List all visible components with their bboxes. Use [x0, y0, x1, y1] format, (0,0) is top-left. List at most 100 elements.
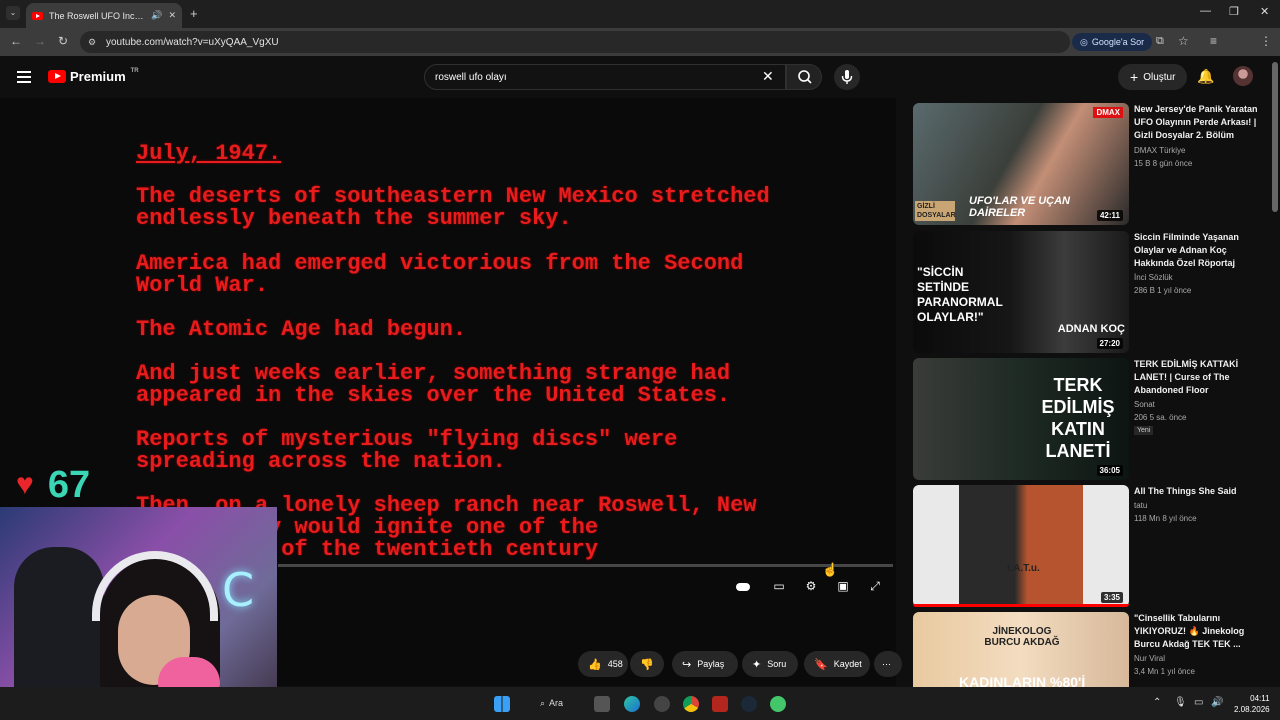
logo-region: TR — [130, 67, 139, 74]
clear-search-icon[interactable]: ✕ — [762, 68, 774, 85]
site-info-icon[interactable]: ⚙ — [88, 37, 96, 48]
forward-icon[interactable]: → — [34, 34, 46, 48]
channel-name[interactable]: Nur Viral — [1134, 654, 1165, 663]
microphone-icon[interactable]: 🎙 — [1174, 697, 1187, 708]
settings-gear-icon[interactable]: ⚙ — [803, 578, 819, 594]
video-thumbnail[interactable]: DMAX GİZLİ DOSYALAR UFO'LAR VE UÇAN DAİR… — [913, 103, 1129, 225]
save-button[interactable]: 🔖 Kaydet — [804, 651, 870, 677]
channel-name[interactable]: İnci Sözlük — [1134, 273, 1173, 282]
video-title[interactable]: All The Things She Said — [1134, 485, 1262, 498]
reload-icon[interactable]: ↻ — [58, 34, 68, 48]
video-title[interactable]: TERK EDİLMİŞ KATTAKİ LANET! | Curse of T… — [1134, 358, 1262, 397]
tab-menu-icon[interactable]: ⌄ — [6, 6, 20, 20]
video-thumbnail[interactable]: JİNEKOLOG BURCU AKDAĞ KADINLARIN %80'İ — [913, 612, 1129, 687]
new-tab-icon[interactable]: + — [190, 6, 198, 21]
url-field[interactable]: ⚙ youtube.com/watch?v=uXyQAA_VgXU — [80, 31, 1070, 53]
install-icon[interactable]: ⧉ — [1156, 35, 1164, 48]
new-badge: Yeni — [1134, 426, 1154, 435]
like-button[interactable]: 👍 458 — [578, 651, 628, 677]
widgets-icon[interactable] — [594, 696, 610, 712]
bookmark-star-icon[interactable]: ☆ — [1178, 34, 1189, 48]
browser-menu-icon[interactable]: ⋮ — [1260, 34, 1272, 48]
chrome-icon[interactable] — [683, 696, 699, 712]
video-duration: 42:11 — [1096, 210, 1123, 221]
tray-chevron-icon[interactable]: ⌃ — [1153, 697, 1161, 708]
video-caption-line: Reports of mysterious "flying discs" wer… — [136, 427, 678, 474]
video-caption-line: America had emerged victorious from the … — [136, 251, 744, 298]
save-label: Kaydet — [833, 659, 862, 669]
dislike-button[interactable]: 👎 — [630, 651, 664, 677]
album-art — [959, 485, 1083, 607]
network-icon[interactable]: ▭ — [1194, 697, 1203, 708]
recommendation-item[interactable]: "SİCCİN SETİNDE PARANORMAL OLAYLAR!" ADN… — [913, 231, 1263, 353]
thumb-text: t.A.T.u. — [1007, 563, 1040, 574]
page-scrollbar[interactable] — [1272, 62, 1278, 212]
video-thumbnail[interactable]: "SİCCİN SETİNDE PARANORMAL OLAYLAR!" ADN… — [913, 231, 1129, 353]
search-input[interactable]: roswell ufo olayı — [424, 64, 786, 90]
search-button[interactable] — [786, 64, 822, 90]
channel-name[interactable]: tatu — [1134, 501, 1147, 510]
back-icon[interactable]: ← — [10, 34, 22, 48]
windows-start-icon[interactable] — [494, 696, 510, 712]
recommendation-item[interactable]: t.A.T.u. 3:35 All The Things She Said ta… — [913, 485, 1263, 607]
recommendation-item[interactable]: DMAX GİZLİ DOSYALAR UFO'LAR VE UÇAN DAİR… — [913, 103, 1263, 225]
channel-name[interactable]: Sonat — [1134, 400, 1155, 409]
app-icon[interactable] — [770, 696, 786, 712]
taskbar-clock[interactable]: 04:11 2.08.2026 — [1234, 693, 1270, 715]
video-meta: 118 Mn 8 yıl önce — [1134, 514, 1197, 523]
recommendation-item[interactable]: TERK EDİLMİŞ KATIN LANETİ 36:05 TERK EDİ… — [913, 358, 1263, 480]
video-title[interactable]: "Cinsellik Tabularını YIKIYORUZ! 🔥 Jinek… — [1134, 612, 1262, 651]
more-actions-button[interactable]: ⋯ — [874, 651, 902, 677]
video-thumbnail[interactable]: TERK EDİLMİŞ KATIN LANETİ 36:05 — [913, 358, 1129, 480]
media-control-icon[interactable]: ≡ — [1210, 34, 1217, 48]
share-button[interactable]: ↪ Paylaş — [672, 651, 738, 677]
account-avatar[interactable] — [1233, 66, 1253, 86]
app-icon[interactable] — [712, 696, 728, 712]
restore-icon[interactable]: ❐ — [1229, 5, 1239, 18]
logo-text: Premium — [70, 69, 126, 84]
ask-button[interactable]: ✦ Soru — [742, 651, 798, 677]
stream-like-counter: ♥ 67 — [16, 466, 90, 504]
sparkle-icon: ✦ — [752, 658, 762, 671]
headset — [92, 551, 218, 621]
notifications-bell-icon[interactable]: 🔔 — [1197, 68, 1214, 85]
theater-mode-icon[interactable]: ▣ — [835, 578, 851, 594]
video-meta: 3,4 Mn 1 yıl önce — [1134, 667, 1195, 676]
youtube-logo-icon — [48, 70, 66, 83]
minimize-icon[interactable]: — — [1200, 5, 1211, 17]
recommendation-item[interactable]: JİNEKOLOG BURCU AKDAĞ KADINLARIN %80'İ "… — [913, 612, 1263, 687]
menu-icon[interactable] — [17, 71, 31, 86]
like-count-overlay: 67 — [47, 464, 91, 506]
share-icon: ↪ — [682, 658, 692, 671]
thumb-bottom: KADINLARIN %80'İ — [959, 674, 1086, 687]
video-caption-line: The Atomic Age had begun. — [136, 317, 467, 342]
video-title[interactable]: New Jersey'de Panik Yaratan UFO Olayının… — [1134, 103, 1262, 142]
like-count: 458 — [607, 659, 623, 669]
video-caption-line: And just weeks earlier, something strang… — [136, 361, 731, 408]
voice-search-button[interactable] — [834, 64, 860, 90]
url-text: youtube.com/watch?v=uXyQAA_VgXU — [106, 36, 279, 48]
create-button[interactable]: + Oluştur — [1118, 64, 1188, 90]
video-progress-bar[interactable] — [278, 564, 893, 567]
subtitles-icon[interactable]: ▭ — [771, 578, 787, 594]
tab-close-icon[interactable]: ✕ — [168, 10, 176, 21]
channel-name[interactable]: DMAX Türkiye — [1134, 146, 1185, 155]
taskbar-search[interactable]: ⌕ Ara — [540, 698, 563, 709]
audio-icon[interactable]: 🔊 — [151, 10, 162, 21]
windows-taskbar: ⌕ Ara ⌃ 🎙 ▭ 🔊 04:11 2.08.2026 — [0, 687, 1280, 720]
ask-label: Soru — [767, 659, 787, 669]
video-title[interactable]: Siccin Filminde Yaşanan Olaylar ve Adnan… — [1134, 231, 1262, 270]
steam-icon[interactable] — [741, 696, 757, 712]
browser-tab-active[interactable]: The Roswell UFO Incident (/ 🔊 ✕ — [26, 3, 182, 28]
window-close-icon[interactable]: ✕ — [1260, 5, 1269, 18]
google-ask-button[interactable]: ◎ Google'a Sor — [1072, 33, 1153, 51]
edge-icon[interactable] — [624, 696, 640, 712]
youtube-premium-logo[interactable]: Premium TR — [48, 67, 139, 84]
autoplay-toggle[interactable] — [735, 578, 751, 594]
volume-icon[interactable]: 🔊 — [1211, 697, 1223, 708]
video-caption-line: The deserts of southeastern New Mexico s… — [136, 184, 770, 231]
video-thumbnail[interactable]: t.A.T.u. 3:35 — [913, 485, 1129, 607]
bookmark-icon: 🔖 — [814, 658, 828, 671]
app-icon[interactable] — [654, 696, 670, 712]
fullscreen-icon[interactable]: ⤢ — [867, 578, 883, 594]
